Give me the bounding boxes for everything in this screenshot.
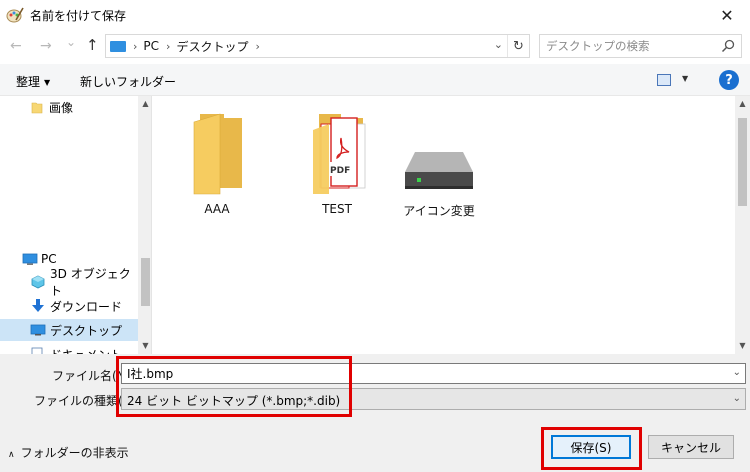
window-title: 名前を付けて保存 [30,8,127,23]
nav-scrollbar[interactable]: ▲ ▼ [138,96,151,354]
paint-app-icon [6,6,24,24]
hide-folders-label: フォルダーの非表示 [20,446,129,460]
back-button[interactable]: ← [10,38,22,54]
nav-label: 画像 [49,100,74,115]
file-list: AAA PDF TEST アイコン変更 [153,96,735,354]
save-as-dialog: 名前を付けて保存 ✕ ← → ⌄ ↑ › PC › デスクトップ › ⌄ ↻ 整… [0,0,750,472]
documents-icon [31,347,43,354]
nav-label: デスクトップ [50,323,123,338]
title-bar: 名前を付けて保存 ✕ [0,0,750,30]
file-item-test[interactable]: PDF TEST [287,110,387,220]
file-name: アイコン変更 [403,204,475,218]
scroll-down-icon[interactable]: ▼ [735,338,750,352]
nav-label: PC [41,252,57,266]
breadcrumb-separator[interactable]: › [166,40,170,53]
organize-menu[interactable]: 整理 ▼ [16,73,50,90]
folder-with-pdf-icon: PDF [313,114,366,194]
chevron-down-icon: ▼ [44,78,51,87]
address-dropdown-icon[interactable]: ⌄ [494,38,503,51]
save-form: ファイル名(N): ⌄ ファイルの種類(T): 24 ビット ビットマップ (*… [0,354,750,472]
up-button[interactable]: ↑ [86,36,99,54]
search-box [539,34,742,58]
3d-objects-icon [31,275,45,289]
nav-item-3d-objects[interactable]: 3D オブジェクト [0,267,138,298]
nav-item-documents[interactable]: ドキュメント [0,343,138,354]
picture-folder-icon [31,102,43,114]
address-row: ← → ⌄ ↑ › PC › デスクトップ › ⌄ ↻ [0,30,750,62]
folder-icon [193,113,242,195]
nav-scroll-thumb[interactable] [141,258,150,306]
scroll-up-icon[interactable]: ▲ [735,96,750,110]
breadcrumb-separator[interactable]: › [255,40,259,53]
address-bar[interactable]: › PC › デスクトップ › ⌄ ↻ [105,34,530,58]
file-name: TEST [322,202,352,216]
nav-label: ダウンロード [50,299,123,314]
breadcrumb-pc[interactable]: PC [143,39,159,53]
refresh-button[interactable]: ↻ [507,35,529,57]
help-icon[interactable]: ? [719,70,739,90]
pc-icon [110,40,126,52]
chevron-down-icon[interactable]: ⌄ [733,393,741,404]
nav-label: ドキュメント [50,346,122,355]
scroll-down-icon[interactable]: ▼ [138,338,151,352]
highlight-box-save [541,427,642,470]
file-item-aaa[interactable]: AAA [167,110,267,220]
breadcrumb-desktop[interactable]: デスクトップ [176,38,248,55]
organize-label: 整理 [16,75,41,89]
chevron-up-icon: ∧ [8,450,15,460]
recent-locations-button[interactable]: ⌄ [66,35,76,49]
search-icon[interactable] [721,39,735,53]
file-item-drive[interactable]: アイコン変更 [389,110,489,220]
close-button[interactable]: ✕ [704,0,750,30]
nav-item-downloads[interactable]: ダウンロード [0,295,138,317]
hide-folders-toggle[interactable]: ∧ フォルダーの非表示 [8,444,129,461]
navigation-pane: 画像 PC 3D オブジェクト ダウンロード デスクトップ ▲ ▼ [0,96,152,354]
scroll-up-icon[interactable]: ▲ [138,96,151,110]
view-options-icon[interactable] [657,74,671,86]
desktop-icon [30,324,46,336]
new-folder-button[interactable]: 新しいフォルダー [80,73,176,90]
cancel-button[interactable]: キャンセル [648,435,734,459]
search-input[interactable] [546,39,716,53]
pdf-label: PDF [330,166,350,176]
chevron-down-icon[interactable]: ⌄ [733,367,741,378]
command-bar: 整理 ▼ 新しいフォルダー ▼ ? [0,64,750,96]
forward-button[interactable]: → [40,38,52,54]
file-name: AAA [204,202,230,216]
nav-item-desktop[interactable]: デスクトップ [0,319,138,341]
breadcrumb-separator[interactable]: › [133,40,137,53]
nav-label: 3D オブジェクト [50,267,131,298]
content-scroll-thumb[interactable] [738,118,747,206]
drive-icon [405,152,473,189]
pc-icon [22,253,38,265]
download-icon [32,299,44,312]
highlight-box-filename [116,356,352,417]
nav-item-pictures[interactable]: 画像 [0,96,138,118]
content-scrollbar[interactable]: ▲ ▼ [735,96,750,354]
view-dropdown-icon[interactable]: ▼ [682,74,688,83]
